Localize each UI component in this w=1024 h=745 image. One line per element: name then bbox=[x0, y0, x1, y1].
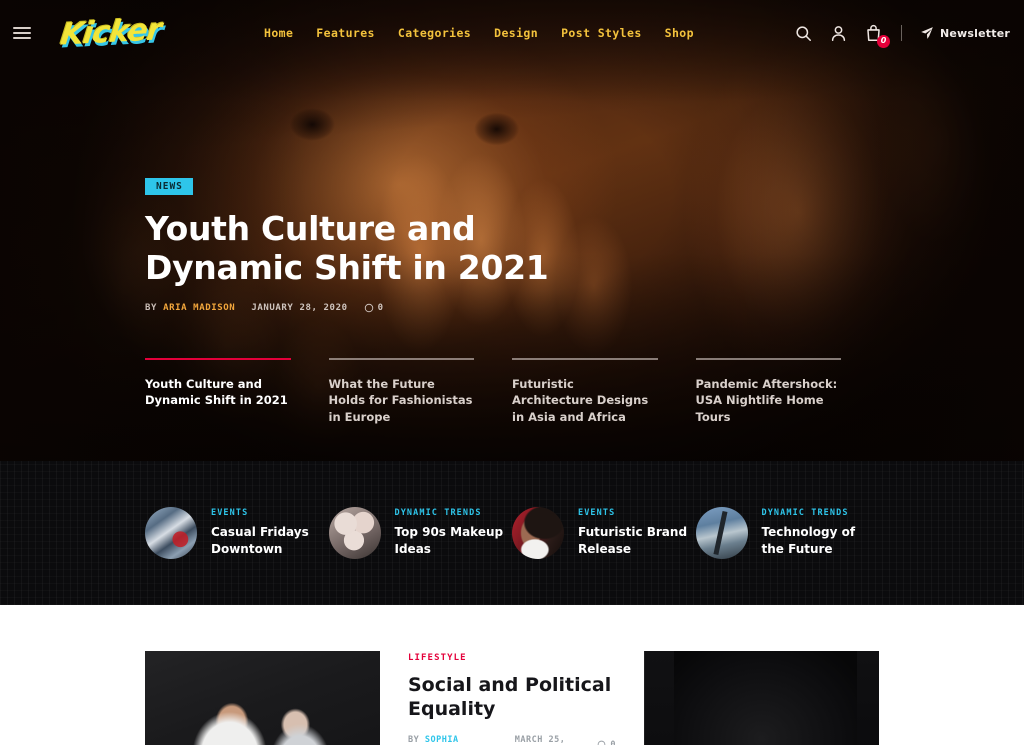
main-content: LIFESTYLE Social and Political Equality … bbox=[0, 605, 1024, 745]
trending-item-3[interactable]: EVENTS Futuristic Brand Release bbox=[512, 507, 696, 559]
hero-category-badge[interactable]: NEWS bbox=[145, 178, 193, 195]
search-icon[interactable] bbox=[794, 24, 813, 43]
post-meta: BY SOPHIA STEVENSON MARCH 25, 2020 0 bbox=[408, 735, 616, 745]
hero-by-prefix: BY bbox=[145, 303, 158, 314]
post-author: BY SOPHIA STEVENSON bbox=[408, 735, 500, 745]
trending-thumbnail bbox=[695, 507, 748, 559]
trending-bar: EVENTS Casual Fridays Downtown DYNAMIC T… bbox=[0, 461, 1024, 605]
site-header: Kicker Home Features Categories Design P… bbox=[0, 0, 1024, 66]
header-actions: 0 Newsletter bbox=[794, 24, 1024, 48]
post-featured-image[interactable] bbox=[145, 651, 380, 745]
hero-content: NEWS Youth Culture and Dynamic Shift in … bbox=[145, 176, 585, 313]
trending-item-1[interactable]: EVENTS Casual Fridays Downtown bbox=[145, 507, 329, 559]
post-category[interactable]: LIFESTYLE bbox=[408, 653, 616, 663]
hero-slide-progress-bar bbox=[328, 358, 474, 361]
nav-item-categories[interactable]: Categories bbox=[398, 26, 471, 40]
nav-item-shop[interactable]: Shop bbox=[665, 26, 694, 40]
trending-thumbnail bbox=[145, 507, 197, 559]
hero-slide-1[interactable]: Youth Culture and Dynamic Shift in 2021 bbox=[145, 358, 329, 425]
post-by-prefix: BY bbox=[408, 734, 420, 745]
hero-slide-2[interactable]: What the Future Holds for Fashionistas i… bbox=[328, 358, 513, 425]
nav-item-home[interactable]: Home bbox=[264, 26, 293, 40]
site-logo[interactable]: Kicker bbox=[58, 12, 179, 53]
nav-item-post-styles[interactable]: Post Styles bbox=[561, 26, 642, 40]
hero-slide-title: Futuristic Architecture Designs in Asia … bbox=[512, 377, 649, 424]
shopping-bag-icon[interactable]: 0 bbox=[864, 24, 890, 48]
hero-slide-title: Youth Culture and Dynamic Shift in 2021 bbox=[145, 377, 288, 408]
trending-item-4[interactable]: DYNAMIC TRENDS Technology of the Future bbox=[695, 507, 880, 559]
trending-title: Casual Fridays Downtown bbox=[211, 525, 309, 556]
post-body: LIFESTYLE Social and Political Equality … bbox=[408, 651, 616, 745]
hero-slide-title: Pandemic Aftershock: USA Nightlife Home … bbox=[695, 377, 838, 424]
hero-comment-count[interactable]: 0 bbox=[364, 303, 384, 313]
hero-section: Kicker Home Features Categories Design P… bbox=[0, 0, 1024, 461]
main-navigation: Home Features Categories Design Post Sty… bbox=[264, 26, 694, 40]
trending-title: Futuristic Brand Release bbox=[578, 525, 688, 556]
hero-slide-progress-bar bbox=[145, 358, 291, 361]
nav-item-design[interactable]: Design bbox=[494, 26, 538, 40]
trending-thumbnail bbox=[512, 507, 564, 559]
hero-author: BY ARIA MADISON bbox=[145, 303, 235, 313]
post-comment-count[interactable]: 0 bbox=[597, 740, 616, 745]
trending-category[interactable]: DYNAMIC TRENDS bbox=[395, 508, 513, 518]
newsletter-label: Newsletter bbox=[939, 26, 1010, 40]
hero-slide-4[interactable]: Pandemic Aftershock: USA Nightlife Home … bbox=[695, 358, 880, 425]
sidebar-featured-image[interactable] bbox=[644, 651, 879, 745]
hero-slide-progress-bar bbox=[695, 358, 841, 361]
trending-title: Top 90s Makeup Ideas bbox=[394, 525, 504, 556]
comment-icon bbox=[598, 740, 606, 745]
trending-title: Technology of the Future bbox=[761, 525, 856, 556]
hero-slider-strip: Youth Culture and Dynamic Shift in 2021 … bbox=[145, 358, 879, 425]
hero-slide-title: What the Future Holds for Fashionistas i… bbox=[328, 377, 473, 424]
paper-plane-icon bbox=[921, 27, 933, 39]
trending-item-2[interactable]: DYNAMIC TRENDS Top 90s Makeup Ideas bbox=[328, 507, 513, 559]
newsletter-button[interactable]: Newsletter bbox=[920, 26, 1010, 40]
comment-icon bbox=[364, 304, 373, 313]
nav-item-features[interactable]: Features bbox=[316, 26, 375, 40]
logo-text: Kicker bbox=[58, 12, 163, 53]
hamburger-icon[interactable] bbox=[13, 27, 31, 39]
hero-slide-progress-bar bbox=[512, 358, 658, 361]
hero-meta: BY ARIA MADISON JANUARY 28, 2020 0 bbox=[145, 303, 585, 313]
hero-author-name[interactable]: ARIA MADISON bbox=[163, 303, 235, 313]
hero-comments-value: 0 bbox=[377, 303, 384, 314]
trending-category[interactable]: EVENTS bbox=[211, 508, 329, 518]
user-icon[interactable] bbox=[829, 24, 848, 43]
trending-thumbnail bbox=[328, 507, 381, 559]
post-title[interactable]: Social and Political Equality bbox=[408, 674, 616, 722]
hero-title[interactable]: Youth Culture and Dynamic Shift in 2021 bbox=[145, 209, 585, 287]
cart-count-badge: 0 bbox=[876, 34, 890, 48]
header-divider bbox=[900, 25, 902, 41]
trending-category[interactable]: EVENTS bbox=[578, 508, 696, 518]
hero-slide-3[interactable]: Futuristic Architecture Designs in Asia … bbox=[512, 358, 696, 425]
trending-category[interactable]: DYNAMIC TRENDS bbox=[762, 508, 880, 518]
hero-date: JANUARY 28, 2020 bbox=[251, 303, 348, 314]
post-date: MARCH 25, 2020 bbox=[514, 734, 566, 745]
post-comments-value: 0 bbox=[610, 739, 616, 745]
